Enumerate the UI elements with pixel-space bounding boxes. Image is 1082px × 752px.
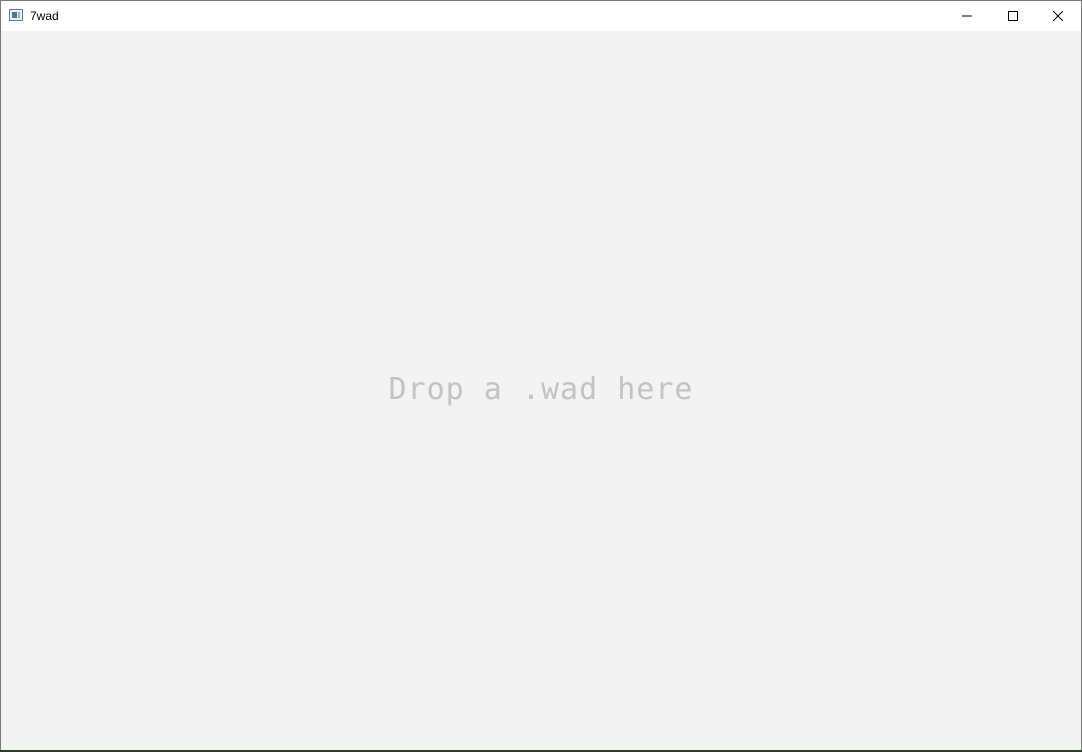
maximize-button[interactable]	[990, 1, 1036, 31]
close-icon	[1053, 11, 1063, 21]
app-window: 7wad Drop a .wad here	[0, 0, 1082, 752]
drop-area[interactable]: Drop a .wad here	[1, 31, 1081, 751]
drop-hint-text: Drop a .wad here	[388, 372, 694, 407]
window-app-icon[interactable]	[9, 9, 23, 21]
maximize-icon	[1008, 11, 1018, 21]
title-bar[interactable]: 7wad	[1, 1, 1081, 31]
minimize-button[interactable]	[944, 1, 990, 31]
minimize-icon	[962, 15, 972, 17]
window-title: 7wad	[30, 9, 59, 23]
close-button[interactable]	[1035, 1, 1081, 31]
